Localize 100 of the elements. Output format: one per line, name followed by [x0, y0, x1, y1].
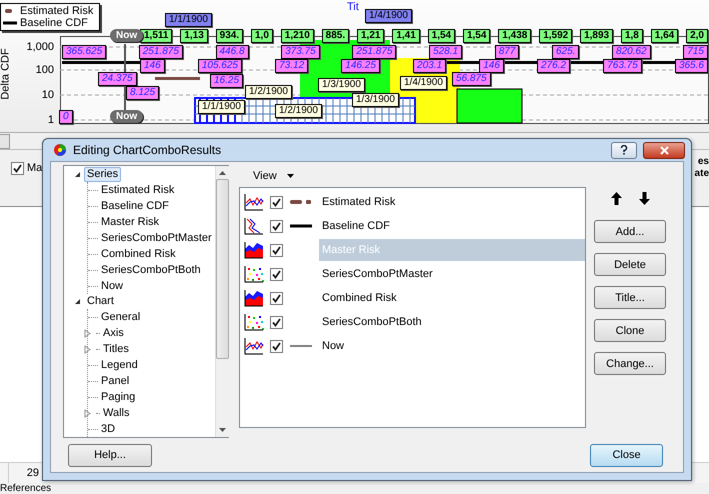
- data-label: 365.6: [674, 59, 708, 73]
- scroll-up-icon: [218, 171, 226, 175]
- data-label: 1,210: [280, 29, 314, 43]
- action-button[interactable]: Add...: [594, 220, 666, 243]
- checkbox[interactable]: [270, 316, 283, 328]
- data-label: 763.75: [603, 59, 642, 73]
- data-label: 251.875: [138, 45, 183, 59]
- tree-item[interactable]: Titles: [100, 342, 132, 356]
- up-arrow-icon[interactable]: [610, 192, 622, 205]
- expand-icon[interactable]: [84, 408, 91, 418]
- list-entry[interactable]: SeriesComboPtBoth: [319, 311, 585, 333]
- scroll-down-icon: [218, 428, 226, 432]
- risk-line: [155, 77, 200, 80]
- action-button[interactable]: Delete: [594, 253, 666, 276]
- data-label: 146.25: [341, 59, 380, 73]
- line-style-icon: [289, 197, 313, 207]
- tree-item[interactable]: SeriesComboPtBoth: [98, 262, 204, 278]
- help-button[interactable]: Help...: [68, 444, 152, 466]
- collapse-icon[interactable]: [74, 298, 81, 305]
- scatter-icon: [244, 313, 264, 331]
- axis-tick-label: 100: [34, 64, 54, 76]
- data-label: 1,13: [180, 29, 208, 43]
- data-label: 1/1/1900: [165, 13, 212, 27]
- tree-node[interactable]: Series: [84, 167, 122, 182]
- down-arrow-icon[interactable]: [638, 192, 650, 205]
- checkbox[interactable]: [270, 196, 283, 208]
- data-label: 203.1: [413, 59, 446, 73]
- tree-item[interactable]: Walls: [100, 406, 132, 420]
- checkbox[interactable]: [270, 292, 283, 304]
- axis-label: Delta CDF: [0, 48, 12, 100]
- list-entry[interactable]: SeriesComboPtMaster: [319, 263, 585, 285]
- checkbox[interactable]: [270, 268, 283, 280]
- data-label: 715: [683, 45, 708, 59]
- data-label: 1/1/1900: [198, 100, 245, 114]
- data-label: 251.875: [352, 45, 396, 59]
- checkbox[interactable]: [11, 162, 24, 175]
- line-chart-icon: [244, 337, 264, 355]
- data-label: 1,592: [539, 29, 572, 43]
- data-label: 1,64: [650, 29, 678, 43]
- tree-item[interactable]: 3D: [98, 422, 118, 436]
- data-label: 146: [479, 59, 504, 73]
- action-button[interactable]: Clone: [594, 319, 666, 342]
- tab[interactable]: References: [0, 483, 52, 494]
- data-label: 1/4/1900: [365, 9, 412, 23]
- marker-label: Now: [110, 110, 144, 123]
- tree-item[interactable]: Now: [98, 278, 126, 294]
- action-button[interactable]: Title...: [594, 286, 666, 309]
- action-button[interactable]: Change...: [594, 352, 666, 375]
- tree-item[interactable]: Baseline CDF: [98, 198, 172, 214]
- data-label: 105.625: [198, 59, 242, 73]
- legend-label: Baseline CDF: [20, 17, 88, 29]
- tree-item[interactable]: Panel: [98, 374, 132, 388]
- caret-icon: [286, 174, 294, 178]
- data-label: 934.: [216, 29, 244, 43]
- scrollbar[interactable]: [214, 166, 229, 437]
- data-label: 1/2/1900: [245, 85, 292, 99]
- checkbox[interactable]: [270, 244, 283, 256]
- list-entry[interactable]: Combined Risk: [319, 287, 585, 309]
- data-label: 2,0: [686, 29, 708, 43]
- axis-tick-label: 1: [46, 114, 54, 126]
- area-chart-icon: [244, 289, 264, 307]
- tree-item[interactable]: SeriesComboPtMaster: [98, 230, 215, 246]
- collapse-icon[interactable]: [74, 171, 81, 178]
- data-label: 625.: [552, 45, 580, 59]
- data-label: 446.8: [216, 45, 249, 59]
- data-label: 1,54: [428, 29, 456, 43]
- data-label: 16.25: [210, 74, 244, 88]
- data-label: 1,0: [251, 29, 273, 43]
- tree-item[interactable]: Combined Risk: [98, 246, 179, 262]
- legend-label: Estimated Risk: [20, 5, 94, 17]
- tree-item[interactable]: Estimated Risk: [98, 182, 178, 198]
- help-button[interactable]: [611, 142, 637, 158]
- question-mark-icon: [620, 145, 628, 155]
- checkbox[interactable]: [270, 340, 283, 352]
- checkbox[interactable]: [270, 220, 283, 232]
- close-button[interactable]: [643, 142, 685, 158]
- data-label: 24.375: [98, 72, 137, 86]
- list-entry[interactable]: Baseline CDF: [319, 215, 585, 237]
- data-label: 1,511: [140, 29, 172, 43]
- data-label: 146: [140, 59, 165, 73]
- tree-item[interactable]: Axis: [100, 326, 127, 340]
- list-entry[interactable]: Now: [319, 335, 585, 357]
- data-label: 8.125: [126, 86, 160, 100]
- data-label: 1,893: [580, 29, 614, 43]
- table-cell: 29: [8, 463, 41, 483]
- close-button[interactable]: Close: [590, 444, 663, 466]
- tree-item[interactable]: Master Risk: [98, 214, 162, 230]
- axis-tick-label: 10: [40, 89, 54, 101]
- tree-item[interactable]: Legend: [98, 358, 141, 372]
- data-label: 1,438: [498, 29, 532, 43]
- data-label: 1/3/1900: [318, 78, 365, 92]
- list-entry[interactable]: Estimated Risk: [319, 191, 585, 213]
- data-label: 1,54: [462, 29, 490, 43]
- data-label: 1/3/1900: [352, 93, 399, 107]
- tree-item[interactable]: Paging: [98, 390, 138, 404]
- tree-item[interactable]: General: [98, 310, 144, 324]
- line-chart-icon: [244, 193, 264, 211]
- tree-node[interactable]: Chart: [84, 294, 117, 309]
- data-label: 1,41: [392, 29, 420, 43]
- view-menu[interactable]: View: [253, 170, 294, 182]
